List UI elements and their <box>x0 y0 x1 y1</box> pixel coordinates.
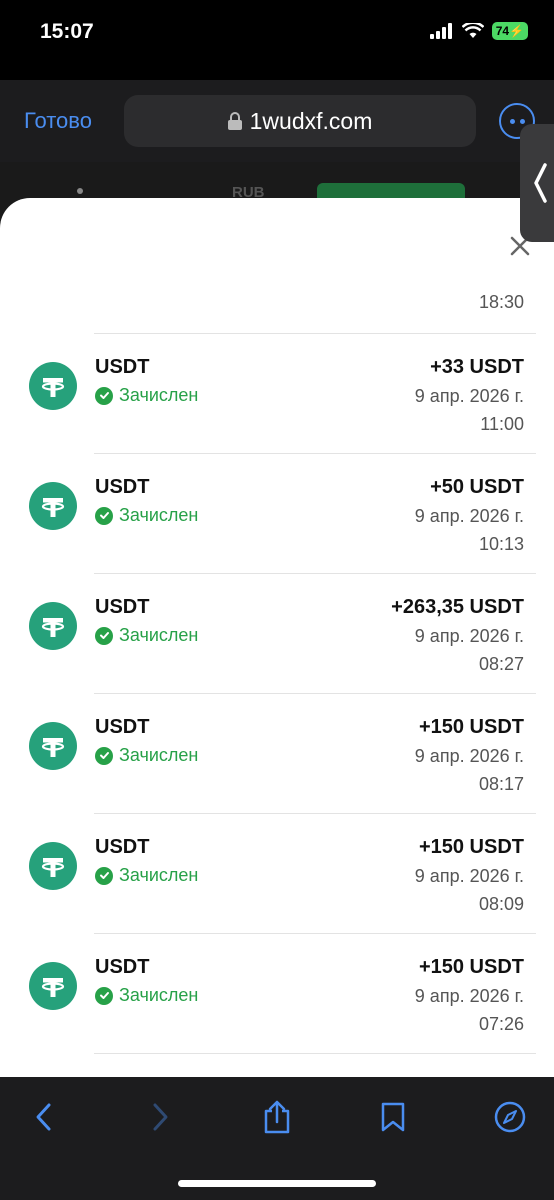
status-label: Зачислен <box>119 985 199 1005</box>
transaction-currency: USDT <box>95 716 150 738</box>
transaction-status: Зачислен <box>95 745 198 766</box>
previous-item-time: 18:30 <box>478 292 524 312</box>
transaction-amount: +150 USDT <box>418 716 524 738</box>
chevron-left-icon <box>534 163 547 203</box>
transaction-date: 9 апр. 2026 г. <box>414 506 524 526</box>
transaction-time: 08:27 <box>478 654 524 674</box>
wifi-icon <box>461 23 484 38</box>
status-time: 15:07 <box>40 20 94 43</box>
transaction-amount: +263,35 USDT <box>391 596 524 618</box>
tether-coin-icon <box>29 362 77 410</box>
status-bar: 15:07 74⚡ <box>0 0 554 66</box>
status-label: Зачислен <box>119 385 199 405</box>
forward-button[interactable] <box>140 1097 180 1137</box>
status-icons: 74⚡ <box>429 22 528 40</box>
tether-coin-icon <box>29 482 77 530</box>
transaction-row[interactable]: USDT Зачислен +33 USDT 9 апр. 2026 г. 11:00 <box>0 334 554 454</box>
transaction-amount: +50 USDT <box>430 476 524 498</box>
compass-button[interactable] <box>490 1097 530 1137</box>
transaction-date: 9 апр. 2026 г. <box>414 986 524 1006</box>
forward-icon <box>153 1103 168 1131</box>
transaction-currency: USDT <box>95 836 150 858</box>
charging-icon: ⚡ <box>509 24 524 38</box>
url-bar[interactable]: 1wudxf.com <box>124 95 476 147</box>
lock-icon <box>227 112 242 130</box>
transaction-status: Зачислен <box>95 625 198 646</box>
check-circle-icon <box>95 386 113 405</box>
more-dot <box>519 118 525 124</box>
bookmarks-button[interactable] <box>373 1097 413 1137</box>
transaction-amount: +150 USDT <box>418 956 524 978</box>
transaction-date: 9 апр. 2026 г. <box>414 746 524 766</box>
home-indicator <box>178 1180 376 1187</box>
transaction-status: Зачислен <box>95 865 198 886</box>
side-handle[interactable] <box>520 124 554 242</box>
status-label: Зачислен <box>119 505 199 525</box>
check-circle-icon <box>95 866 113 885</box>
transaction-currency: USDT <box>95 476 150 498</box>
share-icon <box>264 1100 290 1134</box>
transaction-amount: +150 USDT <box>418 836 524 858</box>
tether-coin-icon <box>29 842 77 890</box>
status-label: Зачислен <box>119 865 199 885</box>
transaction-time: 11:00 <box>480 414 524 434</box>
browser-bar: Готово 1wudxf.com <box>0 80 554 162</box>
screen: 15:07 74⚡ Готово 1wudxf.com RUB 18:30 US… <box>0 0 554 1200</box>
transaction-time: 10:13 <box>478 534 524 554</box>
transaction-amount: +33 USDT <box>430 356 524 378</box>
divider <box>94 1053 536 1054</box>
back-icon <box>36 1103 51 1131</box>
transaction-row[interactable]: USDT Зачислен +150 USDT 9 апр. 2026 г. 08:17 <box>0 694 554 814</box>
share-button[interactable] <box>257 1097 297 1137</box>
battery-level: 74 <box>495 24 510 38</box>
transaction-currency: USDT <box>95 596 150 618</box>
battery-indicator: 74⚡ <box>491 22 528 40</box>
back-button[interactable] <box>24 1097 64 1137</box>
tether-coin-icon <box>29 602 77 650</box>
tether-coin-icon <box>29 722 77 770</box>
transaction-time: 08:09 <box>478 894 524 914</box>
compass-icon <box>494 1101 526 1133</box>
status-label: Зачислен <box>119 625 199 645</box>
transaction-status: Зачислен <box>95 505 198 526</box>
transaction-status: Зачислен <box>95 385 198 406</box>
transactions-sheet: 18:30 USDT Зачислен +33 USDT 9 апр. 2026 г.… <box>0 198 554 1078</box>
check-circle-icon <box>95 986 113 1005</box>
bookmarks-icon <box>381 1102 405 1132</box>
url-text: 1wudxf.com <box>249 107 373 134</box>
check-circle-icon <box>95 746 113 765</box>
done-button[interactable]: Готово <box>24 108 92 134</box>
transaction-time: 08:17 <box>478 774 524 794</box>
check-circle-icon <box>95 506 113 525</box>
signal-icon <box>429 23 452 39</box>
transaction-date: 9 апр. 2026 г. <box>414 386 524 406</box>
transaction-row[interactable]: USDT Зачислен +263,35 USDT 9 апр. 2026 г. 08… <box>0 574 554 694</box>
transaction-row[interactable]: USDT Зачислен +150 USDT 9 апр. 2026 г. 08:09 <box>0 814 554 934</box>
transaction-time: 07:26 <box>478 1014 524 1034</box>
check-circle-icon <box>95 626 113 645</box>
more-dot <box>509 118 515 124</box>
transaction-status: Зачислен <box>95 985 198 1006</box>
transaction-currency: USDT <box>95 356 150 378</box>
transaction-row[interactable]: USDT Зачислен +150 USDT 9 апр. 2026 г. 07:26 <box>0 934 554 1054</box>
transaction-date: 9 апр. 2026 г. <box>414 626 524 646</box>
status-label: Зачислен <box>119 745 199 765</box>
transaction-currency: USDT <box>95 956 150 978</box>
transaction-date: 9 апр. 2026 г. <box>414 866 524 886</box>
transaction-row[interactable]: USDT Зачислен +50 USDT 9 апр. 2026 г. 10:13 <box>0 454 554 574</box>
tether-coin-icon <box>29 962 77 1010</box>
background-dot <box>77 188 83 194</box>
